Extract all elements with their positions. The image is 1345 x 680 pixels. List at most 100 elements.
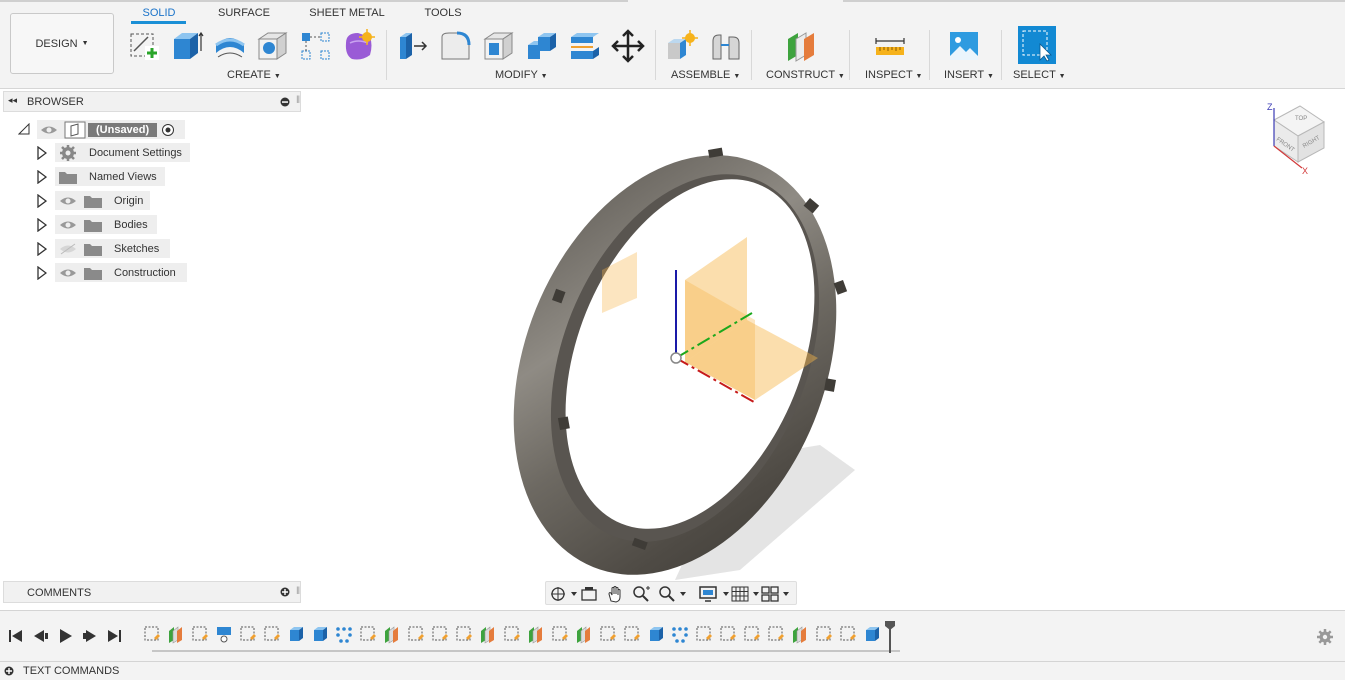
timeline-plane-icon[interactable] [529, 626, 542, 644]
joint-button[interactable] [709, 28, 743, 64]
extrude-button[interactable] [170, 28, 204, 64]
pan-hand-icon[interactable] [606, 585, 624, 603]
visibility-eye-icon[interactable] [58, 266, 78, 280]
expand-triangle-icon[interactable] [18, 123, 30, 135]
tab-tools[interactable]: TOOLS [418, 7, 468, 19]
shell-button[interactable] [482, 28, 516, 64]
timeline-sketch-icon[interactable] [360, 626, 376, 641]
viewports-icon[interactable] [761, 585, 793, 603]
timeline-sketch-icon[interactable] [144, 626, 160, 641]
expand-arrow-icon[interactable] [37, 146, 47, 160]
text-commands-bar[interactable]: TEXT COMMANDS [0, 661, 1345, 680]
combine-button[interactable] [525, 28, 559, 64]
panel-grip-icon[interactable]: ‖ [296, 586, 300, 597]
timeline-extrude-icon[interactable] [650, 627, 663, 641]
timeline-sketch-icon[interactable] [192, 626, 208, 641]
timeline-pattern-icon[interactable] [672, 627, 688, 643]
new-component-button[interactable] [665, 28, 699, 64]
create-sketch-button[interactable] [128, 28, 162, 64]
modify-group-label[interactable]: MODIFY ▼ [495, 69, 548, 81]
grid-snaps-icon[interactable] [731, 585, 763, 603]
timeline-plane-icon[interactable] [577, 626, 590, 644]
inspect-group-label[interactable]: INSPECT ▼ [865, 69, 922, 81]
construct-group-label[interactable]: CONSTRUCT ▼ [766, 69, 845, 81]
visibility-eye-icon[interactable] [58, 194, 78, 208]
orbit-icon[interactable] [549, 585, 577, 603]
timeline-sketch-icon[interactable] [744, 626, 760, 641]
minimize-panel-icon[interactable] [280, 97, 290, 107]
add-comment-icon[interactable] [280, 587, 290, 597]
play-icon[interactable] [60, 629, 72, 643]
hidden-eye-icon[interactable] [58, 242, 78, 256]
timeline-sketch-icon[interactable] [696, 626, 712, 641]
origin-point[interactable] [670, 352, 682, 364]
insert-canvas-button[interactable] [947, 28, 981, 64]
timeline-settings-gear-icon[interactable] [1315, 627, 1335, 647]
viewport-model[interactable] [480, 130, 900, 590]
timeline-sketch-icon[interactable] [768, 626, 784, 641]
timeline-revolve-icon[interactable] [217, 627, 231, 643]
revolve-button[interactable] [213, 28, 247, 64]
tab-surface[interactable]: SURFACE [214, 7, 274, 19]
design-workspace-button[interactable]: DESIGN ▼ [10, 13, 114, 74]
timeline-sketch-icon[interactable] [552, 626, 568, 641]
expand-arrow-icon[interactable] [37, 194, 47, 208]
browser-root-row[interactable]: (Unsaved) [37, 120, 185, 139]
zoom-icon[interactable] [632, 585, 650, 603]
visibility-eye-icon[interactable] [39, 123, 59, 137]
move-copy-button[interactable] [611, 28, 645, 64]
step-back-icon[interactable] [34, 630, 48, 642]
expand-arrow-icon[interactable] [37, 266, 47, 280]
fit-zoom-icon[interactable] [658, 585, 688, 603]
tab-solid[interactable]: SOLID [137, 7, 181, 19]
create-group-label[interactable]: CREATE ▼ [227, 69, 281, 81]
timeline-sketch-icon[interactable] [408, 626, 424, 641]
collapse-browser-icon[interactable]: ◂◂ [8, 95, 17, 106]
timeline-sketch-icon[interactable] [600, 626, 616, 641]
browser-item-document-settings[interactable]: Document Settings [55, 143, 190, 162]
comments-panel-header[interactable]: COMMENTS ‖ [3, 581, 301, 603]
timeline-extrude-icon[interactable] [314, 627, 327, 641]
timeline-sketch-icon[interactable] [624, 626, 640, 641]
browser-item-origin[interactable]: Origin [55, 191, 150, 210]
timeline-plane-icon[interactable] [385, 626, 398, 644]
go-to-end-icon[interactable] [108, 630, 121, 642]
timeline-sketch-icon[interactable] [432, 626, 448, 641]
timeline-sketch-icon[interactable] [264, 626, 280, 641]
viewcube[interactable]: TOP FRONT RIGHT Z X [1262, 100, 1332, 176]
offset-plane-button[interactable] [784, 28, 818, 64]
timeline-sketch-icon[interactable] [720, 626, 736, 641]
timeline-sketch-icon[interactable] [456, 626, 472, 641]
browser-item-sketches[interactable]: Sketches [55, 239, 170, 258]
timeline-extrude-icon[interactable] [866, 627, 879, 641]
timeline-plane-icon[interactable] [169, 626, 182, 644]
create-form-button[interactable] [342, 28, 376, 64]
expand-text-commands-icon[interactable] [4, 666, 14, 676]
pattern-button[interactable] [299, 28, 333, 64]
visibility-eye-icon[interactable] [58, 218, 78, 232]
tab-sheet-metal[interactable]: SHEET METAL [307, 7, 387, 19]
panel-grip-icon[interactable]: ‖ [296, 95, 300, 106]
assemble-group-label[interactable]: ASSEMBLE ▼ [671, 69, 740, 81]
select-button[interactable] [1018, 26, 1056, 64]
expand-arrow-icon[interactable] [37, 242, 47, 256]
look-at-icon[interactable] [580, 585, 598, 603]
go-to-start-icon[interactable] [9, 630, 22, 642]
browser-header[interactable]: ◂◂ BROWSER ‖ [3, 91, 301, 112]
timeline-plane-icon[interactable] [793, 626, 806, 644]
timeline-marker[interactable] [885, 621, 895, 653]
browser-item-bodies[interactable]: Bodies [55, 215, 157, 234]
timeline-extrude-icon[interactable] [290, 627, 303, 641]
timeline-sketch-icon[interactable] [504, 626, 520, 641]
activate-radio-icon[interactable] [161, 123, 175, 137]
timeline-features[interactable] [140, 621, 900, 655]
expand-arrow-icon[interactable] [37, 170, 47, 184]
press-pull-button[interactable] [396, 28, 430, 64]
timeline-plane-icon[interactable] [481, 626, 494, 644]
select-group-label[interactable]: SELECT ▼ [1013, 69, 1066, 81]
timeline-pattern-icon[interactable] [336, 627, 352, 643]
browser-item-named-views[interactable]: Named Views [55, 167, 165, 186]
step-forward-icon[interactable] [83, 630, 96, 642]
insert-group-label[interactable]: INSERT ▼ [944, 69, 994, 81]
hole-button[interactable] [256, 28, 290, 64]
